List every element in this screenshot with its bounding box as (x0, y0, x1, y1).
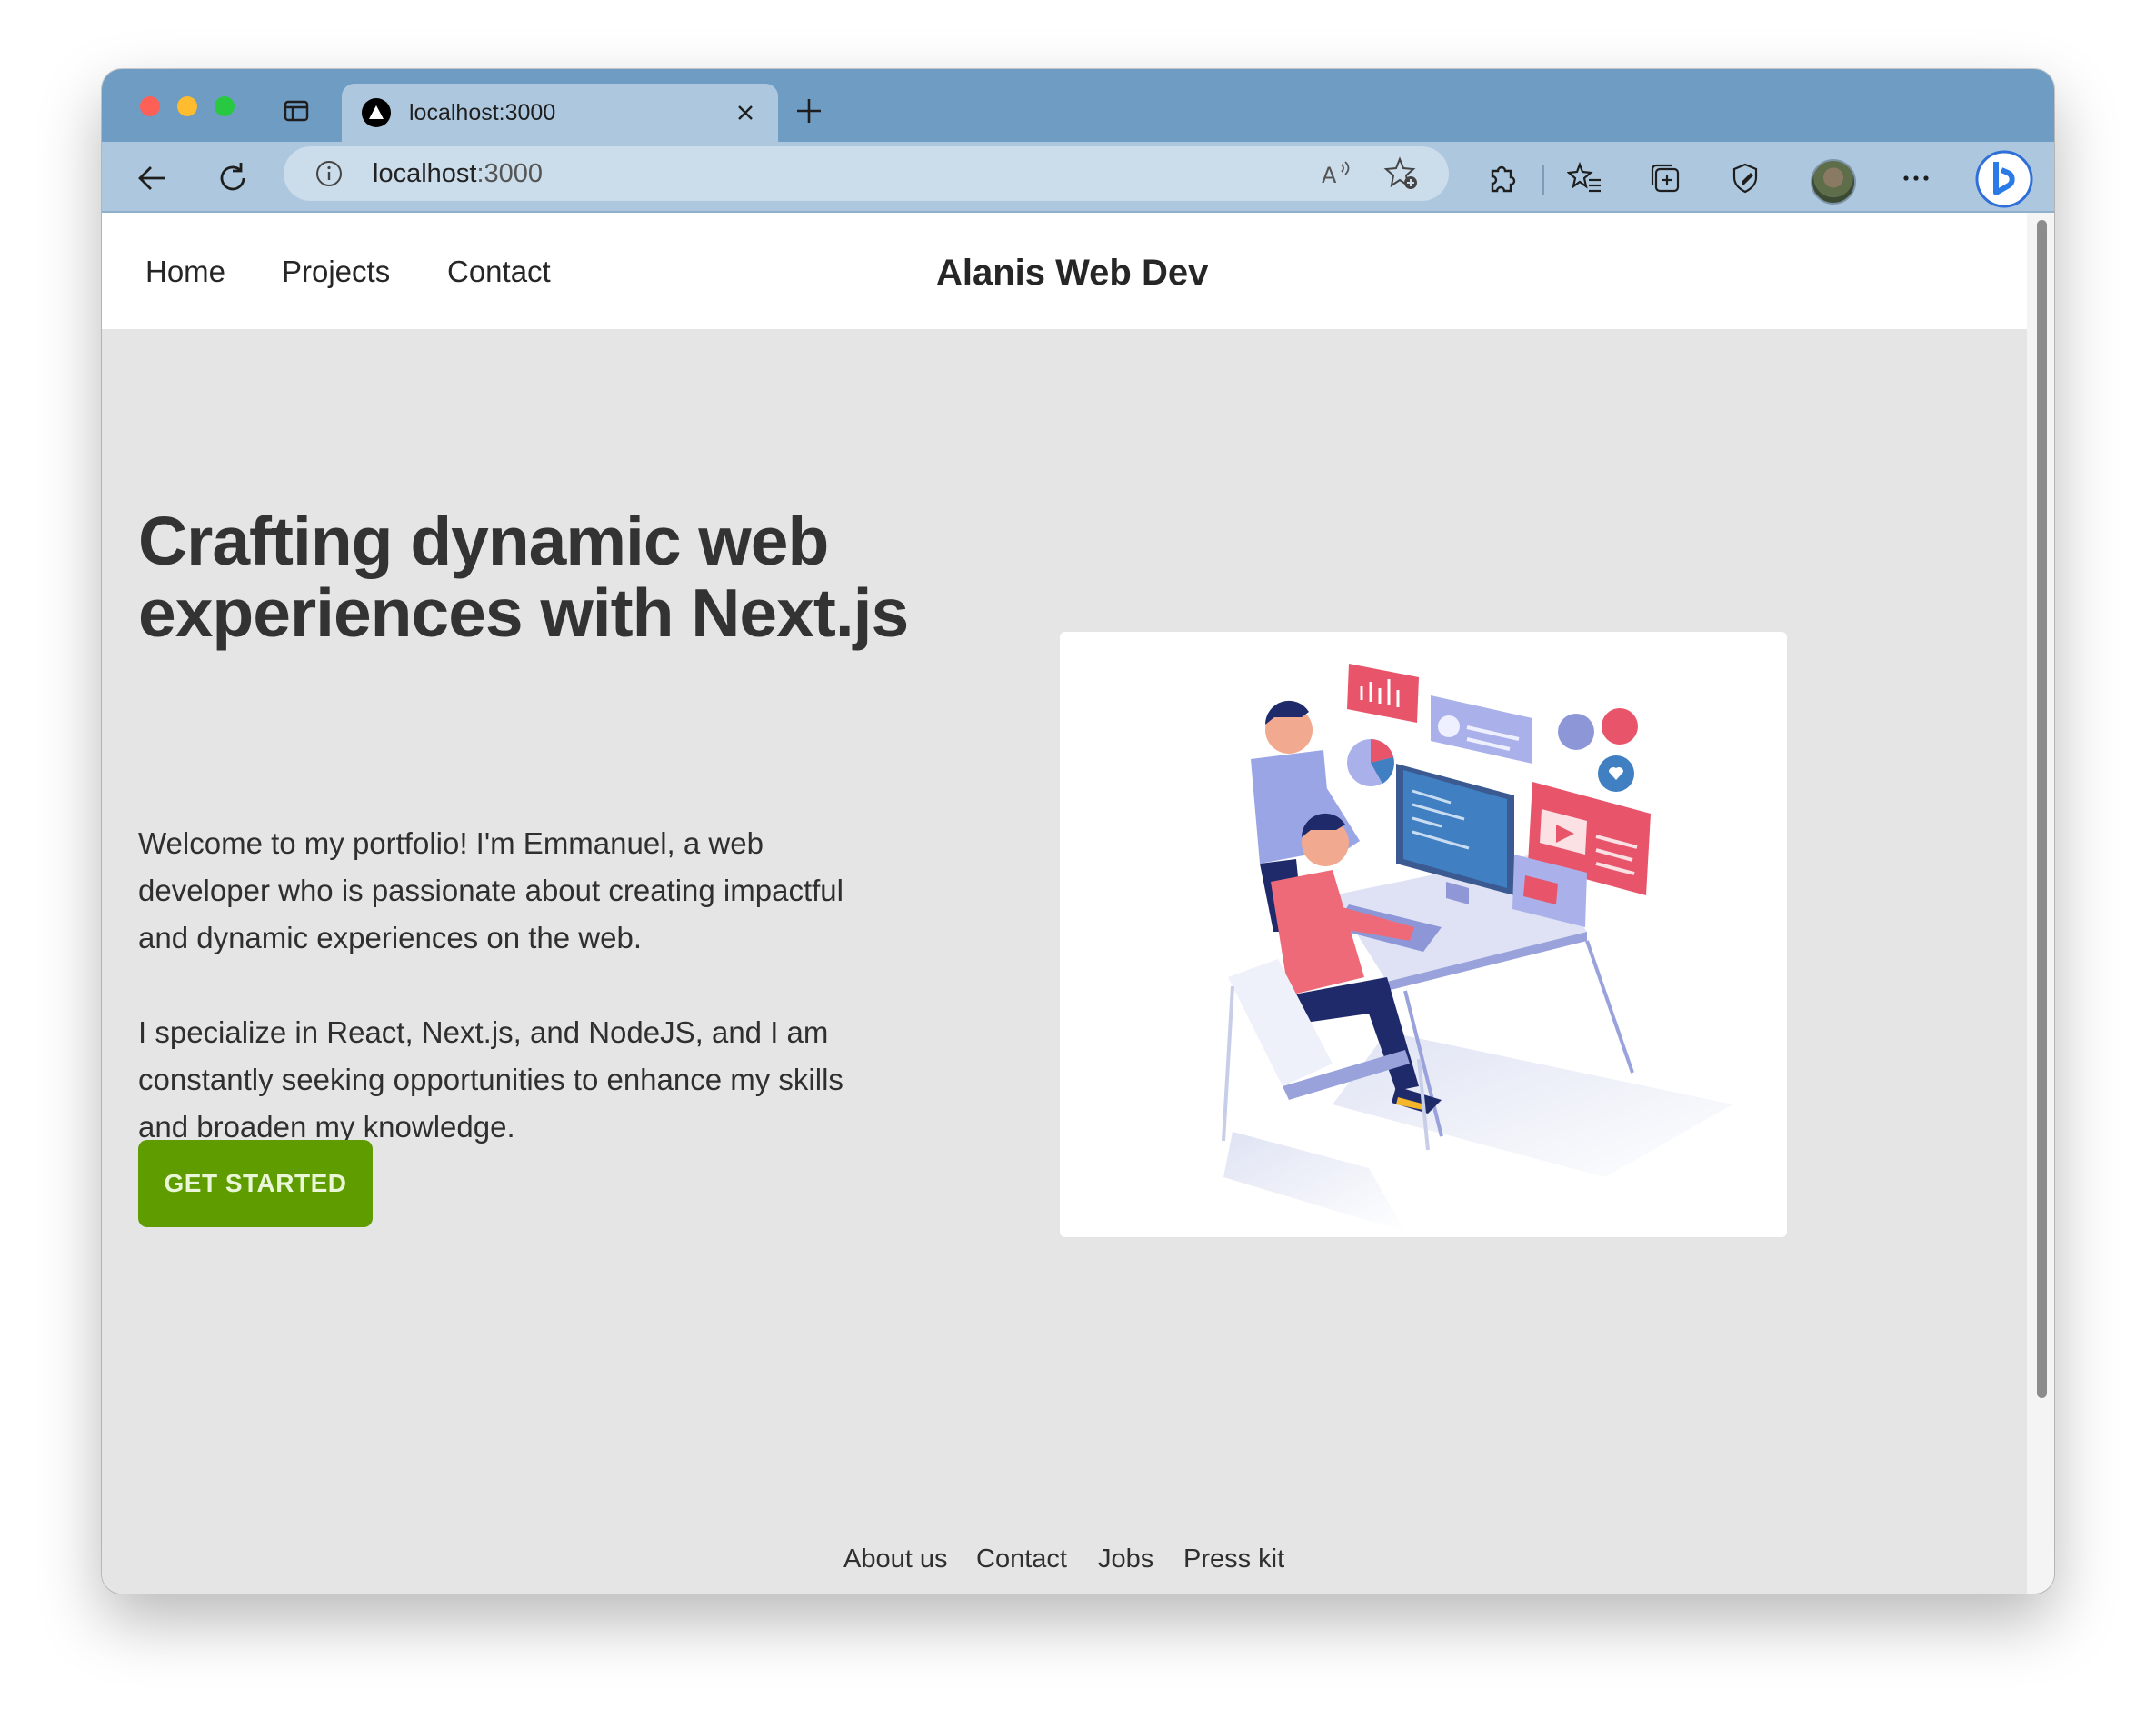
hero-skills-paragraph: I specialize in React, Next.js, and Node… (138, 1015, 843, 1144)
get-started-button[interactable]: GET STARTED (138, 1140, 373, 1227)
developers-at-desk-illustration (1222, 664, 1732, 1232)
hero-illustration-card (1060, 632, 1787, 1237)
page-viewport: Home Projects Contact Alanis Web Dev Cra… (102, 213, 2027, 1594)
extensions-icon[interactable] (1483, 160, 1520, 196)
minimize-window-button[interactable] (177, 96, 197, 116)
toolbar-divider (1542, 165, 1544, 195)
close-window-button[interactable] (140, 96, 160, 116)
more-options-icon[interactable] (1898, 160, 1934, 196)
footer-link-contact[interactable]: Contact (976, 1544, 1067, 1574)
address-bar[interactable]: localhost:3000 A (284, 146, 1449, 201)
browser-window: localhost:3000 localhost:3000 A Home Pro… (102, 69, 2054, 1594)
footer-link-jobs[interactable]: Jobs (1098, 1544, 1153, 1574)
site-navbar: Home Projects Contact Alanis Web Dev (102, 213, 2027, 329)
profile-avatar[interactable] (1811, 159, 1856, 205)
nav-link-projects[interactable]: Projects (282, 255, 390, 289)
url-port: :3000 (476, 159, 544, 188)
site-brand[interactable]: Alanis Web Dev (936, 253, 1208, 294)
new-tab-icon[interactable] (794, 96, 823, 125)
hero-title: Crafting dynamic web experiences with Ne… (138, 503, 909, 651)
site-info-icon[interactable] (314, 159, 344, 188)
scrollbar-thumb[interactable] (2037, 220, 2047, 1398)
tab-title: localhost:3000 (409, 100, 556, 125)
refresh-icon[interactable] (215, 160, 251, 196)
svg-text:A: A (1322, 163, 1337, 188)
favorites-icon[interactable] (1567, 160, 1603, 196)
footer-link-press-kit[interactable]: Press kit (1183, 1544, 1284, 1574)
nav-link-contact[interactable]: Contact (447, 255, 551, 289)
hero-intro-paragraph: Welcome to my portfolio! I'm Emmanuel, a… (138, 826, 843, 954)
collections-icon[interactable] (1647, 160, 1683, 196)
tab-active[interactable]: localhost:3000 (342, 84, 778, 142)
read-aloud-icon[interactable]: A (1320, 157, 1352, 190)
bing-copilot-icon[interactable] (1974, 149, 2034, 209)
maximize-window-button[interactable] (215, 96, 235, 116)
browser-essentials-icon[interactable] (1727, 160, 1763, 196)
url-host: localhost (373, 159, 477, 188)
tab-strip: localhost:3000 (102, 69, 2054, 142)
nav-link-home[interactable]: Home (145, 255, 225, 289)
nextjs-favicon-icon (362, 98, 391, 127)
back-arrow-icon[interactable] (135, 160, 171, 196)
footer-link-about-us[interactable]: About us (843, 1544, 947, 1574)
add-favorite-icon[interactable] (1383, 155, 1420, 192)
tab-actions-icon[interactable] (284, 100, 309, 122)
close-tab-icon[interactable] (734, 102, 756, 124)
url-text[interactable]: localhost:3000 (373, 159, 543, 189)
